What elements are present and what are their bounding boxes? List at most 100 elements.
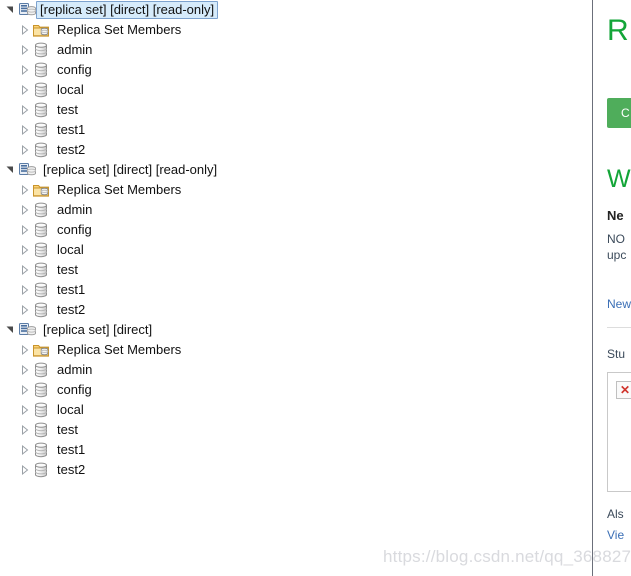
tree-child-row[interactable]: test [0, 420, 591, 440]
tree-child-label: test [57, 102, 78, 117]
tree-child-row[interactable]: test1 [0, 440, 591, 460]
database-icon [31, 260, 51, 280]
expander-collapsed-icon[interactable] [18, 180, 31, 200]
broken-image-icon: ✕ [616, 381, 631, 399]
expander-open-icon[interactable] [4, 160, 17, 180]
expander-collapsed-icon[interactable] [18, 40, 31, 60]
expander-collapsed-icon[interactable] [18, 200, 31, 220]
expander-collapsed-icon[interactable] [18, 300, 31, 320]
tree-child-label: Replica Set Members [57, 22, 182, 37]
tree-child-row[interactable]: Replica Set Members [0, 340, 591, 360]
splitter-bar [592, 0, 593, 576]
tree-root-label: [replica set] [direct] [43, 322, 153, 337]
expander-collapsed-icon[interactable] [18, 400, 31, 420]
expander-collapsed-icon[interactable] [18, 460, 31, 480]
database-icon [31, 220, 51, 240]
tree-child-label: config [57, 62, 92, 77]
tree-root-row[interactable]: [replica set] [direct] [0, 320, 591, 340]
web-paragraph-line-1: NO [607, 232, 625, 246]
tree-child-row[interactable]: local [0, 240, 591, 260]
web-content-panel[interactable]: R C W Ne NO upc New Stu ✕ Als Vie [594, 0, 631, 576]
expander-collapsed-icon[interactable] [18, 80, 31, 100]
tree-child-row[interactable]: local [0, 400, 591, 420]
expander-collapsed-icon[interactable] [18, 100, 31, 120]
expander-collapsed-icon[interactable] [18, 420, 31, 440]
web-link-new[interactable]: New [607, 297, 631, 311]
tree-child-row[interactable]: config [0, 380, 591, 400]
web-label-studio: Stu [607, 347, 626, 361]
web-image-placeholder-box: ✕ [607, 372, 631, 492]
web-subheading: Ne [607, 208, 624, 223]
tree-child-label: test [57, 422, 78, 437]
expander-collapsed-icon[interactable] [18, 240, 31, 260]
tree-child-label: test1 [57, 122, 86, 137]
tree-child-label: config [57, 382, 92, 397]
folder-members-icon [31, 20, 51, 40]
folder-members-icon [31, 180, 51, 200]
tree-child-row[interactable]: local [0, 80, 591, 100]
database-icon [31, 80, 51, 100]
tree-root-label: [replica set] [direct] [read-only] [43, 162, 218, 177]
database-icon [31, 240, 51, 260]
tree-child-label: test1 [57, 442, 86, 457]
database-icon [31, 120, 51, 140]
web-link-view[interactable]: Vie [607, 528, 631, 542]
tree-child-row[interactable]: admin [0, 40, 591, 60]
folder-members-icon [31, 340, 51, 360]
tree-child-label: admin [57, 362, 93, 377]
tree-child-label: test [57, 262, 78, 277]
web-cta-button-wrap: C [607, 98, 631, 128]
expander-open-icon[interactable] [4, 320, 17, 340]
expander-collapsed-icon[interactable] [18, 340, 31, 360]
web-text-also: Als [607, 507, 624, 521]
tree-child-label: test2 [57, 142, 86, 157]
tree-child-label: local [57, 242, 84, 257]
database-tree-panel[interactable]: [replica set] [direct] [read-only] Replic… [0, 0, 591, 576]
database-icon [31, 40, 51, 60]
database-icon [31, 100, 51, 120]
tree-child-row[interactable]: test [0, 100, 591, 120]
tree-child-row[interactable]: test1 [0, 120, 591, 140]
expander-open-icon[interactable] [4, 0, 17, 20]
tree-child-row[interactable]: test2 [0, 140, 591, 160]
tree-child-row[interactable]: config [0, 220, 591, 240]
web-cta-button[interactable]: C [607, 98, 631, 128]
tree-root-row[interactable]: [replica set] [direct] [read-only] [0, 160, 591, 180]
expander-collapsed-icon[interactable] [18, 260, 31, 280]
database-icon [31, 420, 51, 440]
expander-collapsed-icon[interactable] [18, 120, 31, 140]
database-icon [31, 300, 51, 320]
tree-root-label: [replica set] [direct] [read-only] [36, 1, 219, 19]
database-icon [31, 360, 51, 380]
expander-collapsed-icon[interactable] [18, 280, 31, 300]
replica-set-icon [17, 0, 37, 20]
tree-child-row[interactable]: test1 [0, 280, 591, 300]
expander-collapsed-icon[interactable] [18, 220, 31, 240]
database-icon [31, 400, 51, 420]
replica-set-icon [17, 160, 37, 180]
tree-child-label: local [57, 402, 84, 417]
expander-collapsed-icon[interactable] [18, 60, 31, 80]
expander-collapsed-icon[interactable] [18, 360, 31, 380]
expander-collapsed-icon[interactable] [18, 380, 31, 400]
expander-collapsed-icon[interactable] [18, 440, 31, 460]
web-paragraph-line-2: upc [607, 248, 627, 262]
tree-root-row[interactable]: [replica set] [direct] [read-only] [0, 0, 591, 20]
tree-child-row[interactable]: admin [0, 360, 591, 380]
database-icon [31, 380, 51, 400]
tree-child-row[interactable]: Replica Set Members [0, 20, 591, 40]
web-heading-secondary: W [607, 165, 631, 193]
watermark-text: https://blog.csdn.net/qq_36882793 [383, 547, 631, 566]
tree-child-row[interactable]: admin [0, 200, 591, 220]
expander-collapsed-icon[interactable] [18, 20, 31, 40]
tree-child-row[interactable]: test2 [0, 300, 591, 320]
expander-collapsed-icon[interactable] [18, 140, 31, 160]
tree-child-label: test2 [57, 462, 86, 477]
web-heading-primary: R [607, 14, 629, 47]
tree-child-row[interactable]: Replica Set Members [0, 180, 591, 200]
tree-child-label: test1 [57, 282, 86, 297]
tree-child-row[interactable]: test2 [0, 460, 591, 480]
tree-child-row[interactable]: config [0, 60, 591, 80]
tree-child-row[interactable]: test [0, 260, 591, 280]
replica-set-icon [17, 320, 37, 340]
